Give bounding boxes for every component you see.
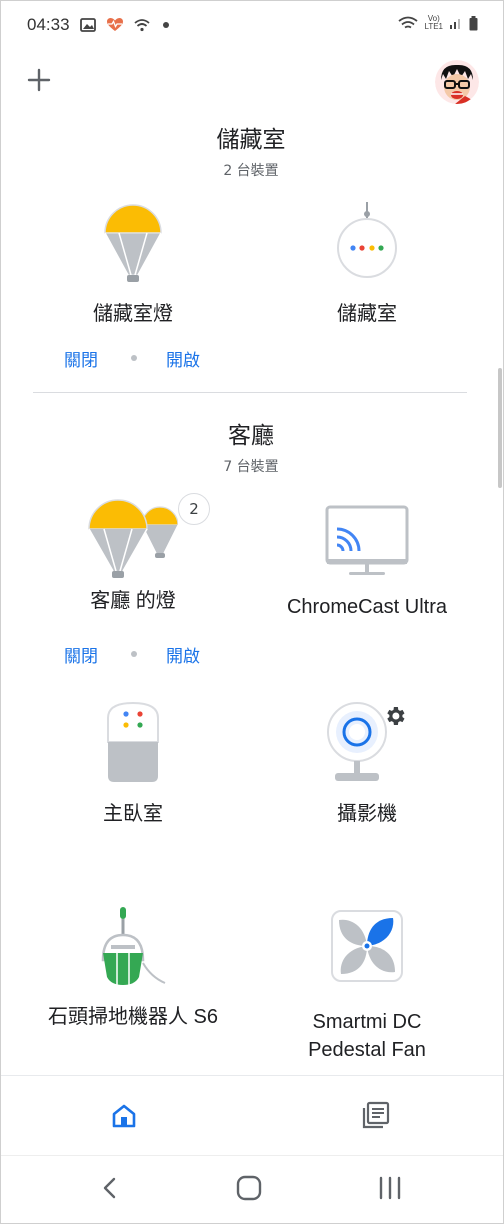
settings-gear-icon (387, 707, 405, 725)
device-camera[interactable]: 攝影機 (247, 700, 487, 828)
device-label: 石頭掃地機器人 S6 (47, 1006, 219, 1028)
network-type: Vo) LTE1 (424, 14, 443, 31)
vacuum-icon (101, 907, 166, 985)
back-icon[interactable] (100, 1176, 120, 1200)
light-bulb-icon (104, 204, 162, 282)
device-living-room-lights[interactable]: 客廳 的燈 (13, 493, 253, 615)
room-device-count: 7 台裝置 (223, 459, 279, 475)
device-label-line: Pedestal Fan (308, 1039, 426, 1061)
device-pedestal-fan[interactable]: Smartmi DC Pedestal Fan (247, 910, 487, 1064)
turn-on-button[interactable]: 開啟 (166, 346, 200, 371)
device-storage-light[interactable]: 儲藏室燈 (13, 200, 253, 328)
device-label: 儲藏室 (337, 303, 397, 325)
heart-rate-icon (107, 18, 123, 31)
wifi-icon (398, 16, 419, 28)
chromecast-tv-icon (325, 505, 409, 575)
room-device-count: 2 台裝置 (223, 163, 279, 179)
battery-icon (469, 15, 478, 30)
wifi-calling-icon (134, 18, 150, 31)
device-label: 儲藏室燈 (93, 303, 173, 325)
turn-off-button[interactable]: 關閉 (64, 642, 98, 667)
device-count-badge: 2 (178, 493, 210, 525)
device-chromecast-ultra[interactable]: ChromeCast Ultra (247, 503, 487, 621)
fan-icon (331, 910, 403, 982)
account-avatar[interactable] (435, 60, 479, 104)
room-divider (33, 392, 467, 393)
home-button-icon[interactable] (236, 1175, 262, 1201)
room-title: 客廳 (228, 423, 274, 449)
turn-off-button[interactable]: 關閉 (64, 346, 98, 371)
notification-dot-icon (163, 21, 169, 28)
gallery-icon (80, 17, 96, 32)
device-label-line: Smartmi DC (312, 1011, 422, 1033)
device-storage-speaker[interactable]: 儲藏室 (247, 200, 487, 328)
light-group-icon (88, 499, 179, 578)
separator-dot (131, 355, 137, 361)
scroll-indicator[interactable] (498, 368, 502, 488)
device-label: Smartmi DC Pedestal Fan (247, 1008, 487, 1064)
status-time: 04:33 (27, 15, 70, 34)
signal-icon (450, 19, 460, 29)
device-label: ChromeCast Ultra (286, 596, 448, 618)
device-label: 主臥室 (103, 803, 163, 825)
smart-speaker-mini-icon (337, 202, 397, 278)
device-robot-vacuum[interactable]: 石頭掃地機器人 S6 (13, 905, 253, 1031)
add-icon[interactable] (22, 63, 56, 97)
status-bar: 04:33 Vo) LTE1 (0, 0, 504, 52)
room-title: 儲藏室 (216, 127, 286, 153)
system-navigation-bar (0, 1155, 504, 1224)
smart-speaker-icon (107, 701, 159, 782)
device-label: 攝影機 (337, 803, 397, 825)
turn-on-button[interactable]: 開啟 (166, 642, 200, 667)
home-icon[interactable] (110, 1102, 138, 1130)
recent-apps-icon[interactable] (377, 1176, 403, 1200)
device-label: 客廳 的燈 (90, 590, 176, 612)
device-master-bedroom-speaker[interactable]: 主臥室 (13, 700, 253, 828)
bottom-navigation (0, 1075, 504, 1155)
feed-icon[interactable] (360, 1101, 390, 1131)
separator-dot (131, 651, 137, 657)
